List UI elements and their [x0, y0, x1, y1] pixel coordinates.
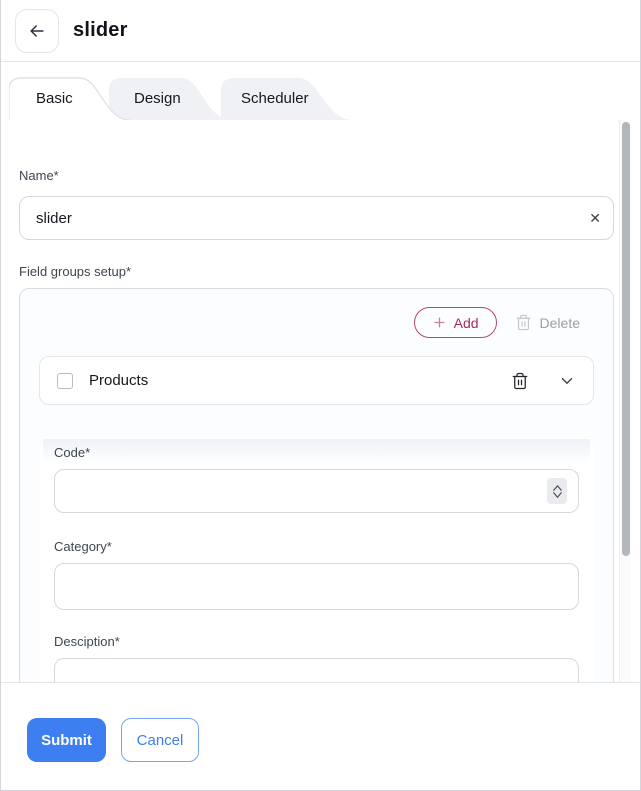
group-toolbar: Add Delete	[20, 289, 613, 338]
slider-editor-window: slider Basic Design Scheduler Name*	[0, 0, 641, 791]
products-group-header[interactable]: Products	[39, 356, 594, 405]
products-group-body: Code* Category* Desciption*	[39, 445, 594, 682]
tab-basic[interactable]: Basic	[9, 77, 131, 120]
name-field: ✕	[19, 196, 614, 240]
products-group: Products Code*	[39, 356, 594, 682]
arrow-left-icon	[27, 21, 47, 41]
trash-icon	[511, 372, 529, 390]
chevron-down-icon	[558, 372, 576, 390]
x-icon[interactable]: ✕	[589, 211, 601, 225]
trash-icon	[515, 314, 532, 331]
field-groups-container: Add Delete Products	[19, 288, 614, 682]
page-title: slider	[73, 19, 128, 42]
chevron-down-icon	[553, 492, 562, 498]
number-stepper[interactable]	[547, 478, 567, 504]
tab-design-label: Design	[134, 77, 181, 120]
code-field	[54, 469, 579, 513]
delete-products-button[interactable]	[511, 372, 529, 390]
plus-icon	[432, 315, 447, 330]
add-button-label: Add	[454, 315, 479, 331]
tab-scheduler[interactable]: Scheduler	[221, 77, 354, 120]
field-groups-label: Field groups setup*	[19, 264, 614, 280]
tab-basic-label: Basic	[36, 77, 73, 120]
name-input[interactable]	[19, 196, 614, 240]
add-group-button[interactable]: Add	[414, 307, 497, 338]
category-label: Category*	[54, 539, 579, 555]
collapse-products-button[interactable]	[558, 372, 576, 390]
form-scroll-area: Name* ✕ Field groups setup* Add Delete	[1, 120, 641, 682]
description-label: Desciption*	[54, 634, 579, 650]
code-input[interactable]	[54, 469, 579, 513]
tab-bar: Basic Design Scheduler	[1, 62, 640, 120]
code-label: Code*	[54, 445, 579, 461]
products-checkbox[interactable]	[57, 373, 73, 389]
cancel-button[interactable]: Cancel	[121, 718, 199, 762]
header: slider	[1, 0, 640, 62]
delete-group-button[interactable]: Delete	[515, 307, 580, 338]
description-input[interactable]	[54, 658, 579, 682]
chevron-up-icon	[553, 485, 562, 491]
back-button[interactable]	[15, 9, 59, 53]
name-label: Name*	[19, 168, 614, 184]
tab-scheduler-label: Scheduler	[241, 77, 309, 120]
category-input[interactable]	[54, 563, 579, 610]
products-group-title: Products	[89, 372, 148, 389]
delete-button-label: Delete	[540, 315, 580, 331]
scrollbar-thumb[interactable]	[622, 122, 630, 556]
scrollbar-track[interactable]	[619, 120, 631, 682]
submit-button[interactable]: Submit	[27, 718, 106, 762]
footer: Submit Cancel	[1, 682, 640, 791]
